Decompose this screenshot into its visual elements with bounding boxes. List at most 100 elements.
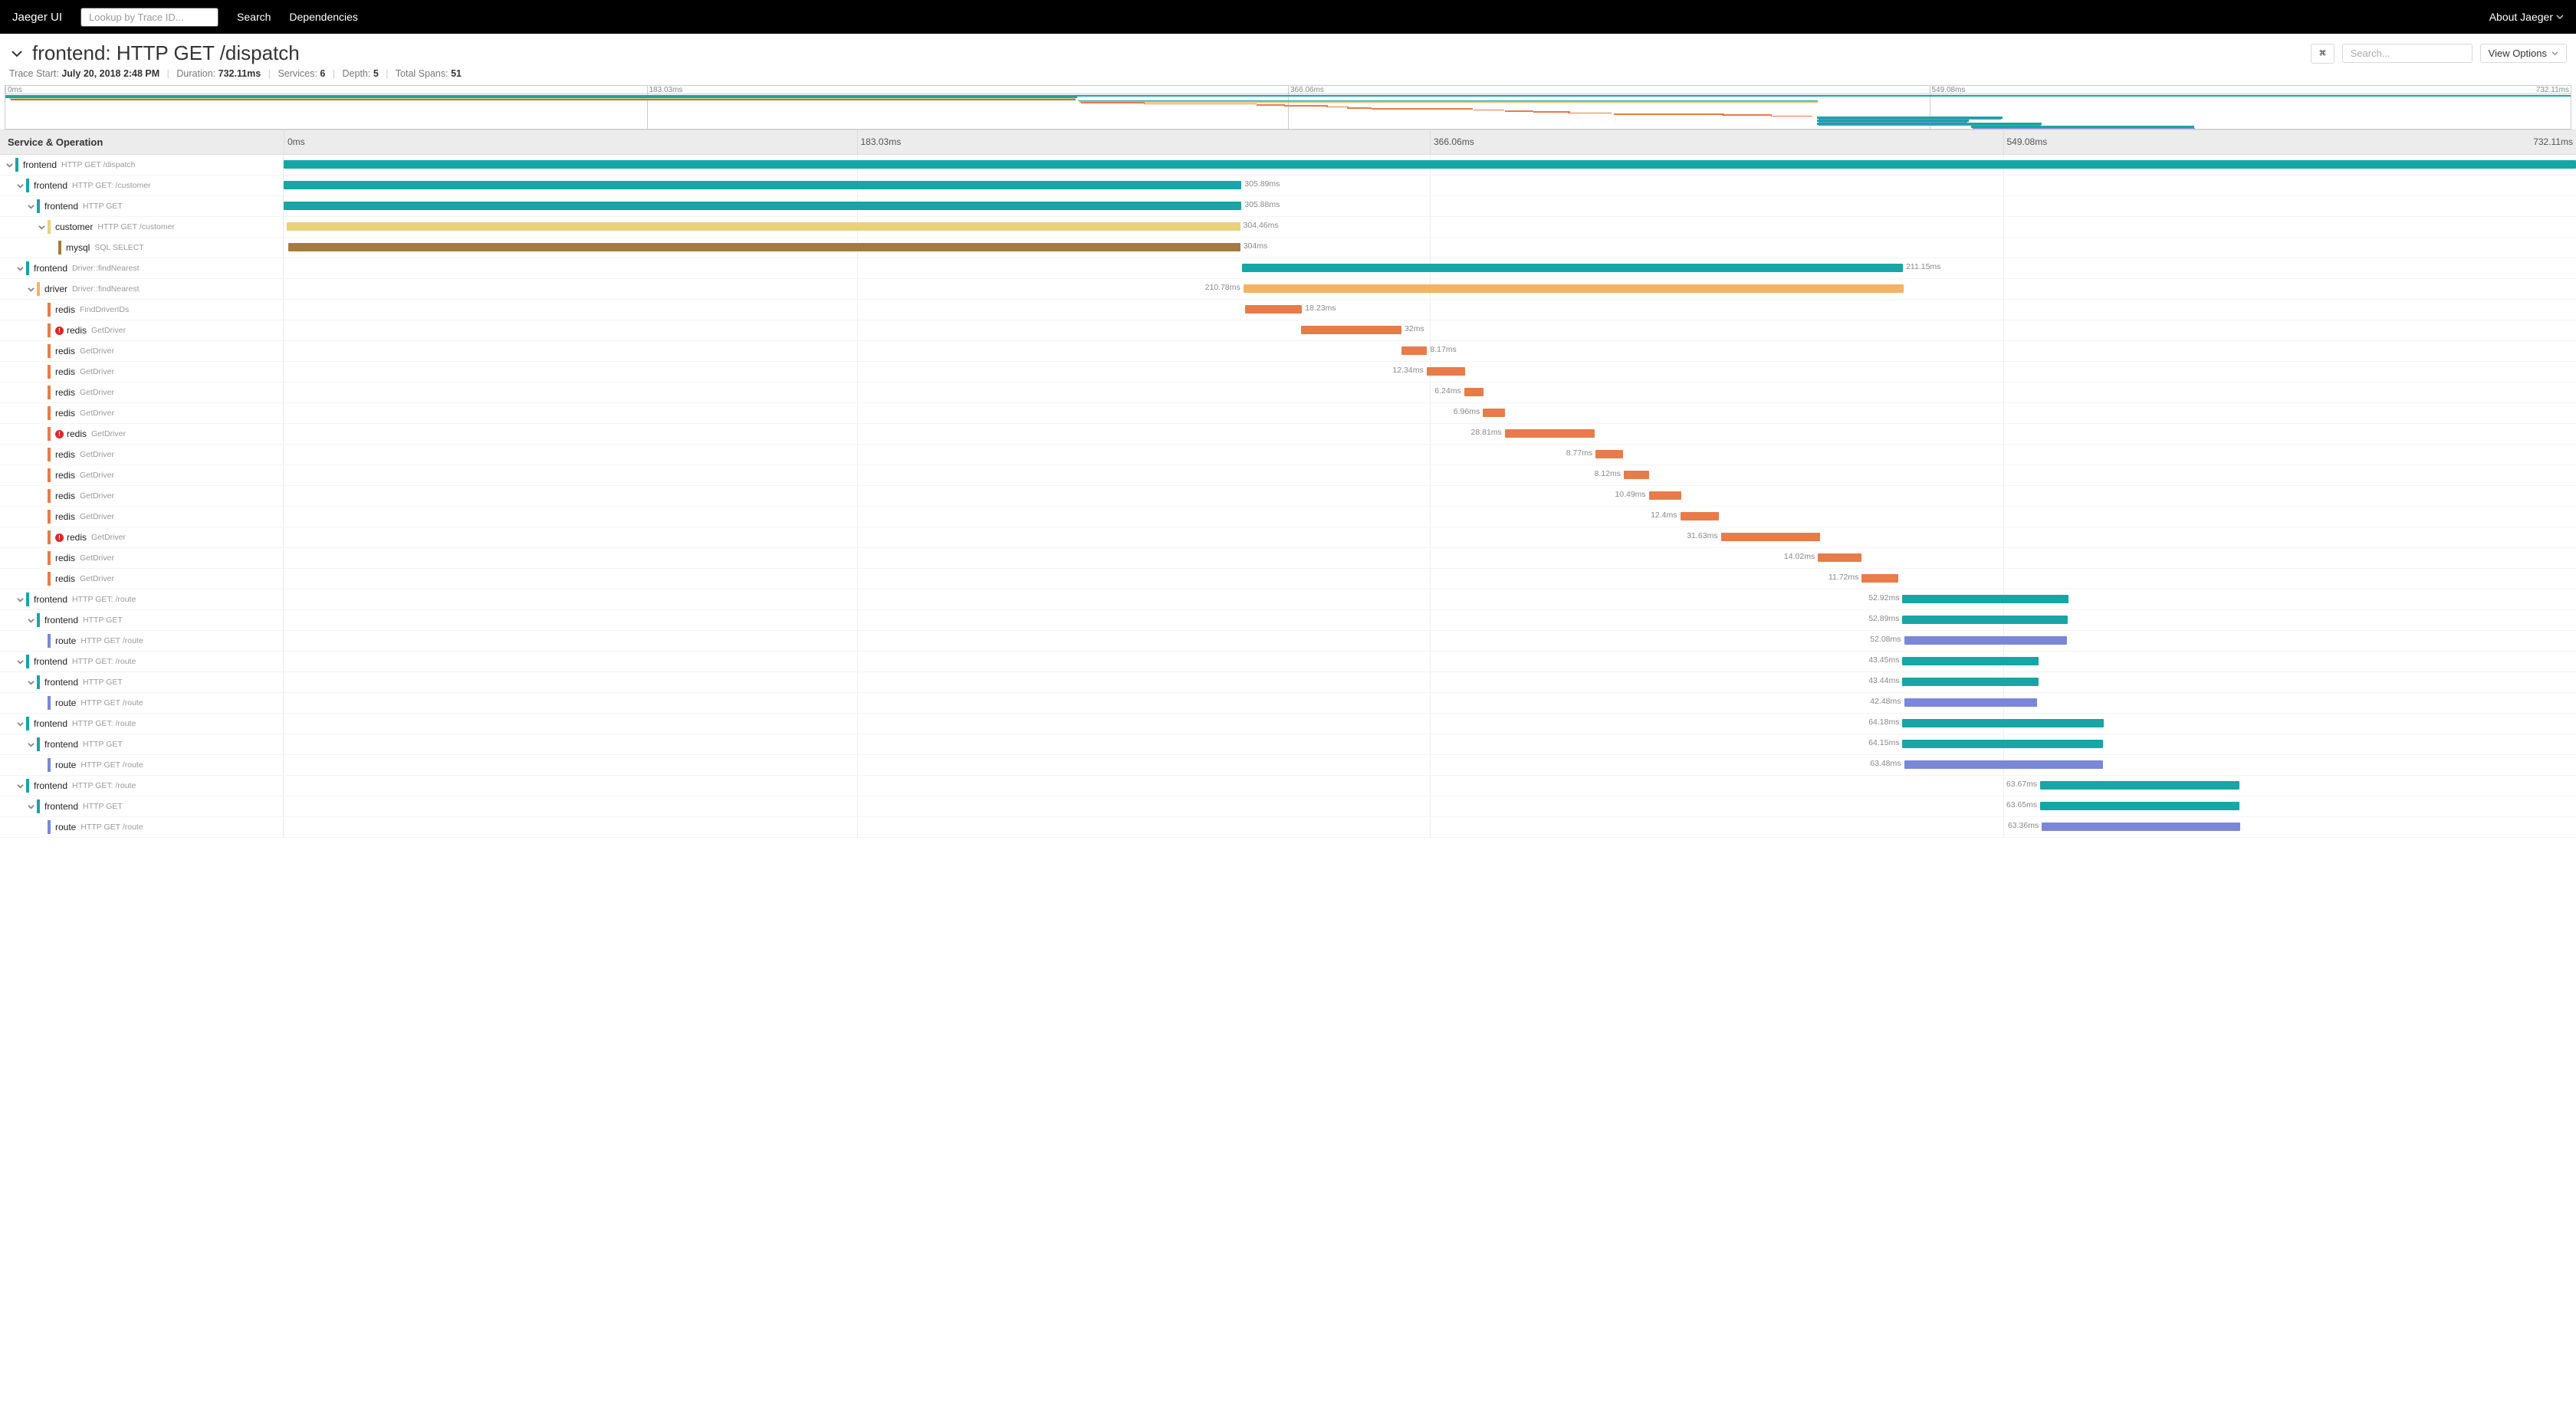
span-row[interactable]: redisGetDriver8.12ms xyxy=(0,465,2576,486)
span-tree-cell[interactable]: redisGetDriver xyxy=(0,362,284,382)
span-row[interactable]: frontendHTTP GET: /customer305.89ms xyxy=(0,176,2576,196)
span-timeline-cell[interactable]: 6.96ms xyxy=(284,403,2576,423)
trace-search-input[interactable] xyxy=(2342,44,2472,63)
span-tree-cell[interactable]: frontendHTTP GET xyxy=(0,734,284,754)
span-timeline-cell[interactable]: 304.46ms xyxy=(284,217,2576,237)
span-tree-cell[interactable]: frontendDriver::findNearest xyxy=(0,258,284,278)
expand-toggle-icon[interactable] xyxy=(15,719,25,728)
span-row[interactable]: redisGetDriver14.02ms xyxy=(0,548,2576,569)
span-timeline-cell[interactable]: 64.18ms xyxy=(284,714,2576,734)
span-tree-cell[interactable]: redisGetDriver xyxy=(0,383,284,402)
expand-toggle-icon[interactable] xyxy=(15,595,25,604)
span-row[interactable]: routeHTTP GET /route52.08ms xyxy=(0,631,2576,652)
span-bar[interactable] xyxy=(1242,264,1903,272)
span-bar[interactable] xyxy=(1721,533,1820,541)
span-timeline-cell[interactable]: 28.81ms xyxy=(284,424,2576,444)
span-timeline-cell[interactable]: 63.48ms xyxy=(284,755,2576,775)
nav-dependencies[interactable]: Dependencies xyxy=(289,11,358,23)
expand-toggle-icon[interactable] xyxy=(15,181,25,190)
span-bar[interactable] xyxy=(284,181,1241,189)
span-bar[interactable] xyxy=(1624,471,1649,479)
span-row[interactable]: redisGetDriver6.24ms xyxy=(0,383,2576,403)
expand-toggle-icon[interactable] xyxy=(26,678,35,687)
span-tree-cell[interactable]: routeHTTP GET /route xyxy=(0,817,284,837)
span-tree-cell[interactable]: frontendHTTP GET /dispatch xyxy=(0,155,284,175)
span-bar[interactable] xyxy=(1902,740,2103,748)
span-row[interactable]: driverDriver::findNearest210.78ms xyxy=(0,279,2576,300)
span-tree-cell[interactable]: redisGetDriver xyxy=(0,548,284,568)
span-tree-cell[interactable]: frontendHTTP GET: /route xyxy=(0,776,284,796)
span-bar[interactable] xyxy=(1301,326,1401,334)
span-timeline-cell[interactable]: 211.15ms xyxy=(284,258,2576,278)
span-row[interactable]: redisGetDriver6.96ms xyxy=(0,403,2576,424)
span-timeline-cell[interactable]: 11.72ms xyxy=(284,569,2576,589)
span-bar[interactable] xyxy=(1904,760,2103,769)
span-row[interactable]: redisGetDriver11.72ms xyxy=(0,569,2576,589)
span-bar[interactable] xyxy=(1427,367,1465,376)
span-tree-cell[interactable]: routeHTTP GET /route xyxy=(0,693,284,713)
span-timeline-cell[interactable]: 8.12ms xyxy=(284,465,2576,485)
span-timeline-cell[interactable]: 63.67ms xyxy=(284,776,2576,796)
expand-toggle-icon[interactable] xyxy=(15,264,25,273)
span-bar[interactable] xyxy=(287,222,1240,231)
span-row[interactable]: frontendHTTP GET43.44ms xyxy=(0,672,2576,693)
span-timeline-cell[interactable]: 42.48ms xyxy=(284,693,2576,713)
span-timeline-cell[interactable]: 64.15ms xyxy=(284,734,2576,754)
span-tree-cell[interactable]: redisGetDriver xyxy=(0,403,284,423)
span-row[interactable]: redisGetDriver12.34ms xyxy=(0,362,2576,383)
span-tree-cell[interactable]: frontendHTTP GET: /route xyxy=(0,652,284,671)
about-jaeger-link[interactable]: About Jaeger xyxy=(2489,11,2564,23)
view-options-button[interactable]: View Options xyxy=(2480,44,2567,63)
span-bar[interactable] xyxy=(1818,553,1861,562)
span-tree-cell[interactable]: !redisGetDriver xyxy=(0,527,284,547)
span-bar[interactable] xyxy=(1902,719,2103,727)
span-bar[interactable] xyxy=(1595,450,1623,458)
span-timeline-cell[interactable]: 31.63ms xyxy=(284,527,2576,547)
span-row[interactable]: !redisGetDriver31.63ms xyxy=(0,527,2576,548)
span-timeline-cell[interactable]: 32ms xyxy=(284,320,2576,340)
span-bar[interactable] xyxy=(1483,409,1504,417)
span-timeline-cell[interactable]: 14.02ms xyxy=(284,548,2576,568)
span-tree-cell[interactable]: frontendHTTP GET xyxy=(0,196,284,216)
span-row[interactable]: frontendHTTP GET305.88ms xyxy=(0,196,2576,217)
span-tree-cell[interactable]: driverDriver::findNearest xyxy=(0,279,284,299)
span-bar[interactable] xyxy=(284,202,1241,210)
span-bar[interactable] xyxy=(1244,284,1904,293)
span-timeline-cell[interactable] xyxy=(284,155,2576,175)
span-row[interactable]: frontendHTTP GET: /route43.45ms xyxy=(0,652,2576,672)
span-row[interactable]: routeHTTP GET /route63.36ms xyxy=(0,817,2576,838)
span-timeline-cell[interactable]: 52.89ms xyxy=(284,610,2576,630)
span-bar[interactable] xyxy=(1902,657,2038,665)
span-row[interactable]: routeHTTP GET /route42.48ms xyxy=(0,693,2576,714)
collapse-all-icon[interactable] xyxy=(9,46,25,61)
span-row[interactable]: redisGetDriver12.4ms xyxy=(0,507,2576,527)
span-bar[interactable] xyxy=(1649,491,1682,500)
span-timeline-cell[interactable]: 43.44ms xyxy=(284,672,2576,692)
expand-toggle-icon[interactable] xyxy=(37,222,46,231)
expand-toggle-icon[interactable] xyxy=(26,616,35,625)
span-tree-cell[interactable]: mysqlSQL SELECT xyxy=(0,238,284,258)
span-row[interactable]: frontendHTTP GET: /route52.92ms xyxy=(0,589,2576,610)
span-bar[interactable] xyxy=(1902,616,2068,624)
span-tree-cell[interactable]: redisGetDriver xyxy=(0,569,284,589)
span-timeline-cell[interactable]: 210.78ms xyxy=(284,279,2576,299)
span-timeline-cell[interactable]: 52.08ms xyxy=(284,631,2576,651)
span-bar[interactable] xyxy=(1861,574,1898,583)
span-row[interactable]: frontendHTTP GET63.65ms xyxy=(0,796,2576,817)
span-tree-cell[interactable]: frontendHTTP GET: /route xyxy=(0,714,284,734)
nav-search[interactable]: Search xyxy=(237,11,271,23)
trace-minimap[interactable]: 0ms183.03ms366.06ms549.08ms732.11ms xyxy=(5,85,2571,130)
expand-toggle-icon[interactable] xyxy=(26,284,35,294)
span-tree-cell[interactable]: redisGetDriver xyxy=(0,465,284,485)
span-bar[interactable] xyxy=(1902,595,2068,603)
span-tree-cell[interactable]: !redisGetDriver xyxy=(0,424,284,444)
span-bar[interactable] xyxy=(1681,512,1720,520)
span-row[interactable]: redisGetDriver8.17ms xyxy=(0,341,2576,362)
span-timeline-cell[interactable]: 305.88ms xyxy=(284,196,2576,216)
span-tree-cell[interactable]: customerHTTP GET /customer xyxy=(0,217,284,237)
span-timeline-cell[interactable]: 304ms xyxy=(284,238,2576,258)
span-timeline-cell[interactable]: 10.49ms xyxy=(284,486,2576,506)
span-tree-cell[interactable]: frontendHTTP GET: /customer xyxy=(0,176,284,195)
expand-toggle-icon[interactable] xyxy=(26,202,35,211)
span-row[interactable]: frontendDriver::findNearest211.15ms xyxy=(0,258,2576,279)
